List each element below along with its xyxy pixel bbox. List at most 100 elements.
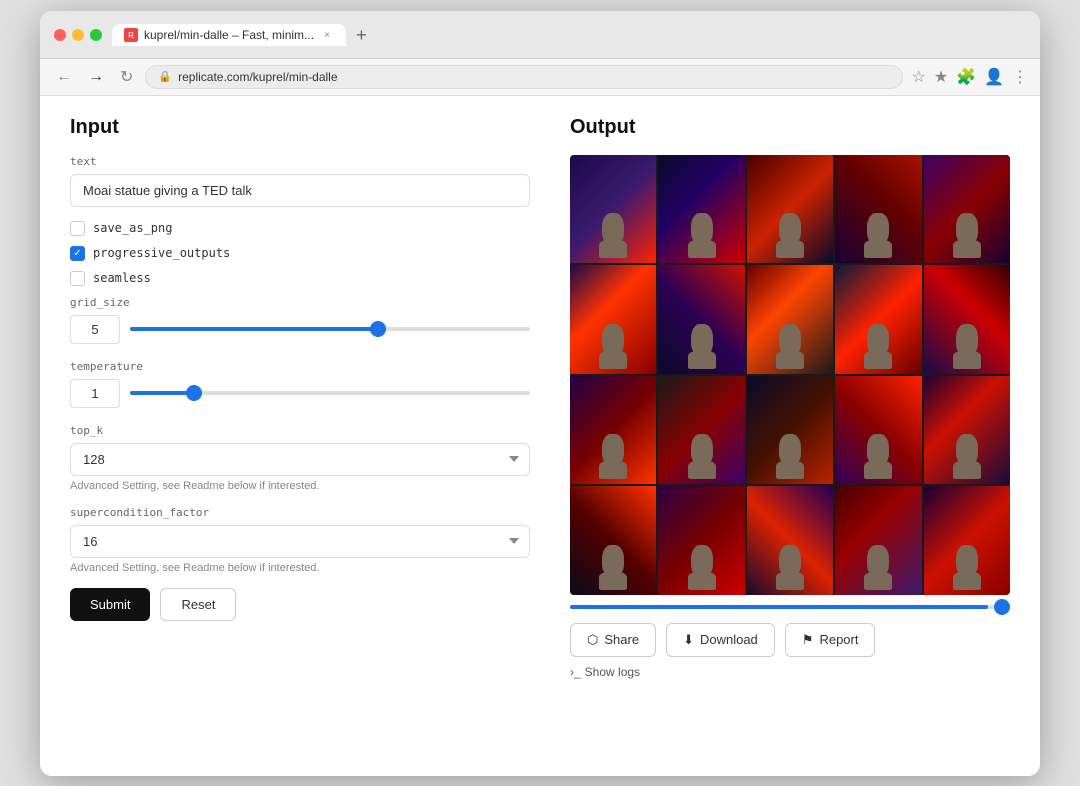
minimize-button[interactable] <box>72 29 84 41</box>
img-cell-10 <box>924 265 1010 374</box>
img-cell-12 <box>658 376 744 485</box>
output-slider-fill <box>570 605 988 609</box>
download-label: Download <box>700 632 758 647</box>
img-cell-19 <box>835 486 921 595</box>
show-logs-button[interactable]: ›_ Show logs <box>570 665 1010 679</box>
tab-close-icon[interactable]: × <box>320 28 334 42</box>
close-button[interactable] <box>54 29 66 41</box>
img-cell-4 <box>835 155 921 264</box>
input-panel: Input text save_as_png progressive_outpu… <box>70 116 530 756</box>
report-label: Report <box>819 632 858 647</box>
lock-icon: 🔒 <box>158 70 172 83</box>
titlebar: R kuprel/min-dalle – Fast, minim... × + <box>40 11 1040 59</box>
img-cell-8 <box>747 265 833 374</box>
temperature-section: temperature <box>70 360 530 408</box>
show-logs-label: Show logs <box>585 665 640 679</box>
save-as-png-checkbox[interactable] <box>70 221 85 236</box>
tab-title: kuprel/min-dalle – Fast, minim... <box>144 28 314 42</box>
action-buttons: ⬡ Share ⬇ Download ⚑ Report <box>570 623 1010 657</box>
temperature-label: temperature <box>70 360 530 373</box>
image-grid <box>570 155 1010 595</box>
img-cell-20 <box>924 486 1010 595</box>
supercondition-label: supercondition_factor <box>70 506 530 519</box>
grid-size-track[interactable] <box>130 327 530 331</box>
progressive-outputs-row: progressive_outputs <box>70 246 530 261</box>
temperature-track[interactable] <box>130 391 530 395</box>
img-cell-15 <box>924 376 1010 485</box>
temperature-thumb[interactable] <box>186 385 202 401</box>
nav-actions: ☆ ★ 🧩 👤 ⋮ <box>911 67 1028 87</box>
img-cell-13 <box>747 376 833 485</box>
grid-size-thumb[interactable] <box>370 321 386 337</box>
img-cell-14 <box>835 376 921 485</box>
profile-icon[interactable]: 👤 <box>984 67 1004 87</box>
forward-button[interactable]: → <box>84 66 108 88</box>
report-button[interactable]: ⚑ Report <box>785 623 876 657</box>
temperature-value[interactable] <box>70 379 120 408</box>
top-k-select[interactable]: 128 64 256 512 <box>70 443 530 476</box>
refresh-button[interactable]: ↻ <box>116 65 137 89</box>
save-as-png-row: save_as_png <box>70 221 530 236</box>
address-bar[interactable]: 🔒 replicate.com/kuprel/min-dalle <box>145 65 903 89</box>
new-tab-button[interactable]: + <box>348 21 375 50</box>
output-image <box>570 155 1010 595</box>
tab-favicon: R <box>124 28 138 42</box>
share-icon: ⬡ <box>587 632 598 648</box>
form-buttons: Submit Reset <box>70 588 530 621</box>
browser-window: R kuprel/min-dalle – Fast, minim... × + … <box>40 11 1040 776</box>
grid-size-label: grid_size <box>70 296 530 309</box>
share-button[interactable]: ⬡ Share <box>570 623 656 657</box>
img-cell-17 <box>658 486 744 595</box>
img-cell-3 <box>747 155 833 264</box>
supercondition-select[interactable]: 16 8 32 64 <box>70 525 530 558</box>
maximize-button[interactable] <box>90 29 102 41</box>
navbar: ← → ↻ 🔒 replicate.com/kuprel/min-dalle ☆… <box>40 59 1040 96</box>
seamless-checkbox[interactable] <box>70 271 85 286</box>
menu-icon[interactable]: ⋮ <box>1012 67 1028 87</box>
grid-size-section: grid_size <box>70 296 530 344</box>
traffic-lights <box>54 29 102 41</box>
img-cell-18 <box>747 486 833 595</box>
supercondition-group: supercondition_factor 16 8 32 64 Advance… <box>70 506 530 574</box>
grid-size-slider-row <box>70 315 530 344</box>
img-cell-9 <box>835 265 921 374</box>
output-progress-slider[interactable] <box>570 605 1010 609</box>
grid-size-value[interactable] <box>70 315 120 344</box>
report-icon: ⚑ <box>802 632 814 648</box>
grid-size-fill <box>130 327 378 331</box>
progressive-outputs-label: progressive_outputs <box>93 246 230 260</box>
reset-button[interactable]: Reset <box>160 588 236 621</box>
img-cell-11 <box>570 376 656 485</box>
text-label: text <box>70 155 530 168</box>
bookmark-icon[interactable]: ☆ <box>911 67 925 87</box>
temperature-slider-row <box>70 379 530 408</box>
seamless-label: seamless <box>93 271 151 285</box>
img-cell-6 <box>570 265 656 374</box>
page-content: Input text save_as_png progressive_outpu… <box>40 96 1040 776</box>
supercondition-hint: Advanced Setting, see Readme below if in… <box>70 562 530 574</box>
share-label: Share <box>604 632 639 647</box>
text-field-group: text <box>70 155 530 221</box>
top-k-hint: Advanced Setting, see Readme below if in… <box>70 480 530 492</box>
back-button[interactable]: ← <box>52 66 76 88</box>
img-cell-2 <box>658 155 744 264</box>
submit-button[interactable]: Submit <box>70 588 150 621</box>
url-text: replicate.com/kuprel/min-dalle <box>178 70 337 84</box>
active-tab[interactable]: R kuprel/min-dalle – Fast, minim... × <box>112 24 346 46</box>
output-slider-thumb[interactable] <box>994 599 1010 615</box>
download-icon: ⬇ <box>683 632 694 648</box>
tab-bar: R kuprel/min-dalle – Fast, minim... × + <box>112 21 1026 50</box>
img-cell-7 <box>658 265 744 374</box>
img-cell-16 <box>570 486 656 595</box>
star-icon[interactable]: ★ <box>934 67 948 87</box>
seamless-row: seamless <box>70 271 530 286</box>
progressive-outputs-checkbox[interactable] <box>70 246 85 261</box>
extension-icon[interactable]: 🧩 <box>956 67 976 87</box>
input-title: Input <box>70 116 530 139</box>
img-cell-1 <box>570 155 656 264</box>
top-k-label: top_k <box>70 424 530 437</box>
save-as-png-label: save_as_png <box>93 221 172 235</box>
text-input[interactable] <box>70 174 530 207</box>
output-title: Output <box>570 116 1010 139</box>
download-button[interactable]: ⬇ Download <box>666 623 775 657</box>
